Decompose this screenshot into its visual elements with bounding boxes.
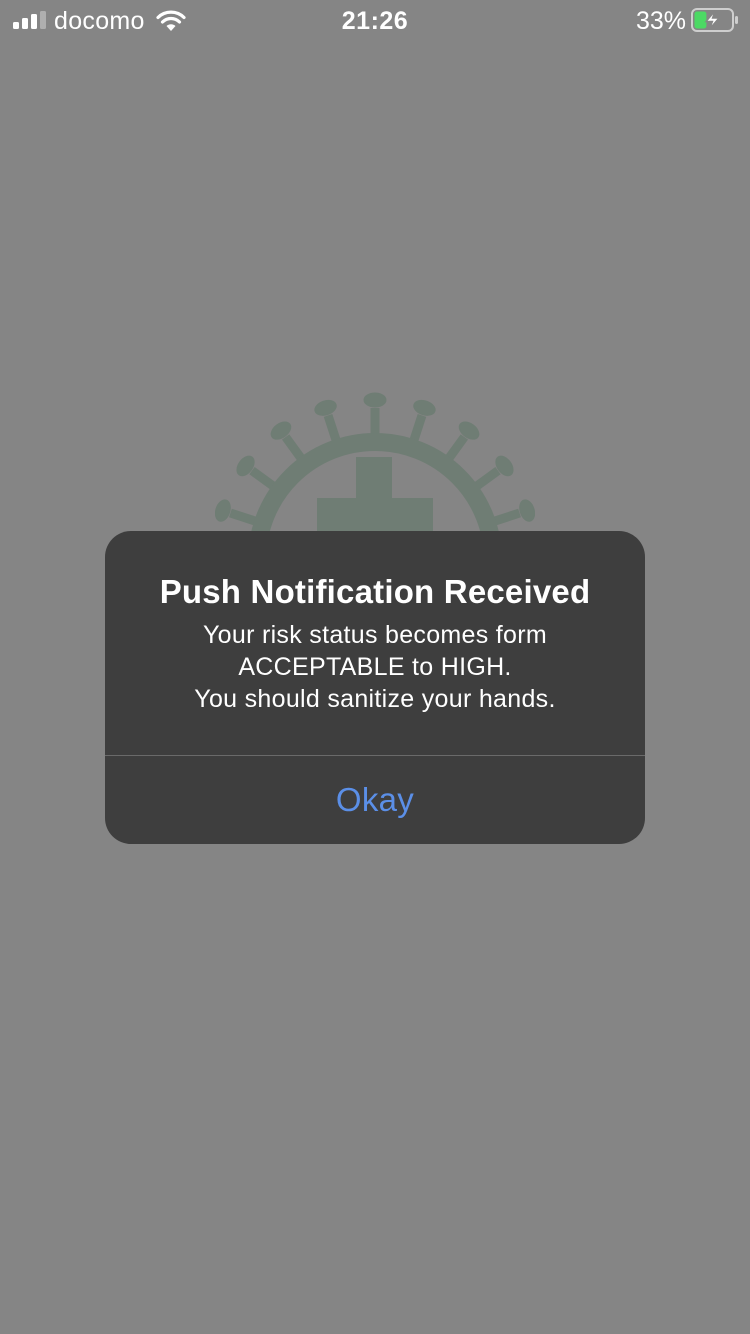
virus-spike — [444, 434, 468, 463]
battery-percentage: 33% — [635, 7, 686, 35]
virus-spike-head — [314, 399, 337, 416]
alert-message-line: You should sanitize your hands. — [194, 685, 556, 713]
virus-spike — [229, 508, 259, 526]
virus-spike-head — [413, 399, 436, 416]
alert-message: Your risk status becomes form ACCEPTABLE… — [105, 619, 645, 715]
battery-charging-icon — [691, 8, 738, 32]
virus-spike — [323, 414, 341, 444]
alert-content: Push Notification Received Your risk sta… — [105, 570, 645, 715]
status-bar: docomo 21:26 33% — [0, 0, 750, 40]
virus-spike-head — [215, 499, 231, 522]
notification-alert-dialog: Push Notification Received Your risk sta… — [105, 531, 645, 844]
alert-message-line: Your risk status becomes form — [202, 621, 547, 649]
virus-spike-head — [519, 499, 535, 522]
okay-button[interactable]: Okay — [105, 756, 645, 844]
virus-spike — [409, 414, 427, 444]
virus-spike — [472, 467, 501, 491]
alert-message-line: ACCEPTABLE to HIGH. — [238, 653, 512, 681]
virus-spike — [249, 467, 278, 491]
virus-spike — [491, 508, 521, 526]
virus-spike-head — [363, 392, 387, 408]
virus-spike — [282, 434, 306, 463]
alert-title: Push Notification Received — [159, 573, 591, 610]
